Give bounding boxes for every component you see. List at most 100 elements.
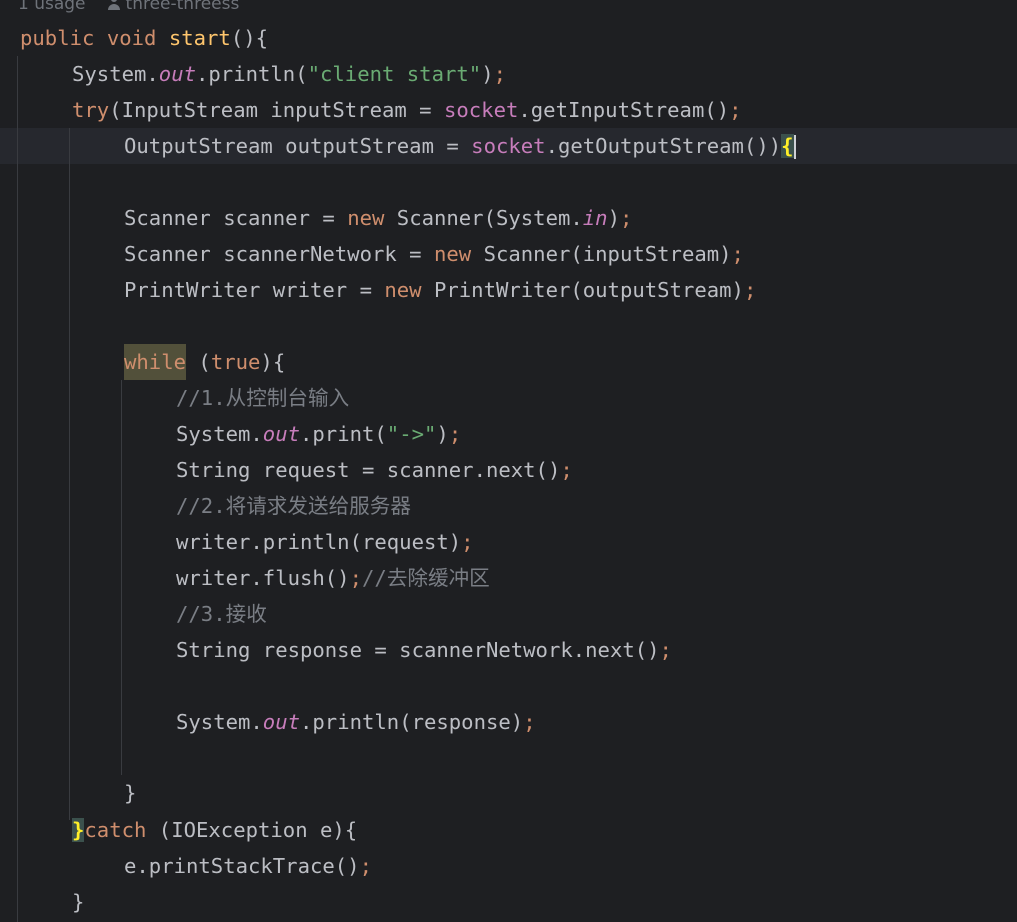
code-line[interactable]: public void start(){: [20, 20, 268, 56]
inlay-hint[interactable]: 1 usage three-threess: [18, 0, 239, 14]
code-token: (){: [230, 26, 269, 50]
code-token: (InputStream inputStream =: [109, 98, 444, 122]
code-token: ;: [349, 566, 362, 590]
code-token: out: [158, 62, 196, 86]
code-line[interactable]: System.out.println(response);: [176, 704, 536, 740]
indent-guide: [69, 128, 70, 820]
code-token: PrintWriter(outputStream): [421, 278, 744, 302]
code-token: //1.: [176, 386, 226, 410]
code-token: 将请求发送给服务器: [225, 494, 411, 518]
code-line[interactable]: while (true){: [124, 344, 285, 380]
code-token: (: [186, 350, 211, 374]
code-token: System.: [72, 62, 159, 86]
code-token: (IOException e){: [146, 818, 358, 842]
code-token: ;: [461, 530, 474, 554]
code-token: writer.println(request): [176, 530, 462, 554]
code-comment[interactable]: //1.从控制台输入: [176, 380, 349, 416]
code-token: ){: [260, 350, 286, 374]
code-token: .println(response): [300, 710, 524, 734]
code-token: String response = scannerNetwork.next(): [176, 638, 660, 662]
code-line[interactable]: writer.flush();//去除缓冲区: [176, 560, 490, 596]
code-token: ;: [448, 422, 462, 446]
code-line-current[interactable]: OutputStream outputStream = socket.getOu…: [124, 128, 796, 164]
code-token: Scanner scannerNetwork =: [124, 242, 434, 266]
indent-guide: [121, 380, 122, 775]
code-line[interactable]: PrintWriter writer = new PrintWriter(out…: [124, 272, 756, 308]
code-token: }: [72, 890, 85, 914]
code-token: new: [347, 206, 385, 230]
code-token: ;: [359, 854, 372, 878]
code-line[interactable]: Scanner scanner = new Scanner(System.in)…: [124, 200, 632, 236]
code-token: Scanner(inputStream): [471, 242, 732, 266]
code-token: ;: [620, 206, 633, 230]
code-line[interactable]: writer.println(request);: [176, 524, 474, 560]
code-token: "client start": [307, 62, 482, 86]
code-line[interactable]: }: [124, 775, 136, 811]
text-caret: [793, 135, 796, 159]
code-token: ): [607, 206, 620, 230]
matched-brace: }: [72, 818, 85, 842]
matched-brace: {: [781, 134, 794, 158]
code-token: Scanner scanner =: [124, 206, 348, 230]
code-token: .println(: [196, 62, 308, 86]
code-token: ;: [729, 98, 742, 122]
code-token: .print(: [300, 422, 387, 446]
code-line[interactable]: System.out.print("->");: [176, 416, 461, 452]
while-keyword-highlight: while: [124, 344, 186, 380]
code-token: .getInputStream(): [518, 98, 730, 122]
code-token: ;: [523, 710, 536, 734]
code-token: public: [20, 26, 95, 50]
user-icon: [107, 0, 120, 10]
code-token: }: [124, 781, 137, 805]
code-token: new: [433, 242, 472, 266]
code-line[interactable]: String request = scanner.next();: [176, 452, 573, 488]
code-token: ;: [659, 638, 672, 662]
code-editor[interactable]: 1 usage three-threess public void start()…: [0, 0, 1017, 922]
code-token: System.: [176, 710, 263, 734]
code-token: OutputStream outputStream =: [124, 134, 472, 158]
code-line[interactable]: Scanner scannerNetwork = new Scanner(inp…: [124, 236, 744, 272]
code-comment[interactable]: //3.接收: [176, 596, 267, 632]
code-line[interactable]: try(InputStream inputStream = socket.get…: [72, 92, 742, 128]
code-token: 从控制台输入: [225, 386, 350, 410]
code-token: ;: [743, 278, 757, 302]
usages-hint[interactable]: 1 usage: [18, 0, 86, 14]
code-token: writer.flush(): [176, 566, 350, 590]
code-line[interactable]: String response = scannerNetwork.next();: [176, 632, 672, 668]
code-token: //2.: [176, 494, 226, 518]
code-token: true: [210, 350, 261, 374]
code-token: ;: [731, 242, 744, 266]
code-token: in: [582, 206, 608, 230]
code-token: PrintWriter writer =: [124, 278, 385, 302]
indent-guide: [17, 56, 18, 922]
code-token: ;: [560, 458, 573, 482]
code-token: //3.: [176, 602, 226, 626]
code-token: ;: [493, 62, 506, 86]
code-token: socket: [471, 134, 546, 158]
code-token: ): [436, 422, 449, 446]
code-token: catch: [84, 818, 147, 842]
code-line[interactable]: }: [72, 884, 84, 920]
code-comment[interactable]: //2.将请求发送给服务器: [176, 488, 411, 524]
code-token: String request = scanner.next(): [176, 458, 561, 482]
code-token: 去除缓冲区: [386, 566, 490, 590]
code-token: Scanner(System.: [384, 206, 583, 230]
code-token: out: [262, 710, 300, 734]
code-token: .getOutputStream()): [545, 134, 782, 158]
code-token: //: [362, 566, 387, 590]
code-token: new: [384, 278, 422, 302]
code-line[interactable]: }catch (IOException e){: [72, 812, 357, 848]
code-token: out: [262, 422, 300, 446]
code-token: void: [106, 26, 157, 50]
code-token: try: [72, 98, 110, 122]
code-token: System.: [176, 422, 263, 446]
author-hint[interactable]: three-threess: [126, 0, 240, 14]
method-name: start: [168, 26, 231, 50]
code-line[interactable]: System.out.println("client start");: [72, 56, 506, 92]
code-line[interactable]: e.printStackTrace();: [124, 848, 372, 884]
code-token: "->": [386, 422, 437, 446]
code-token: ): [481, 62, 494, 86]
code-token: 接收: [225, 602, 267, 626]
code-token: e.printStackTrace(): [124, 854, 360, 878]
code-token: socket: [443, 98, 519, 122]
